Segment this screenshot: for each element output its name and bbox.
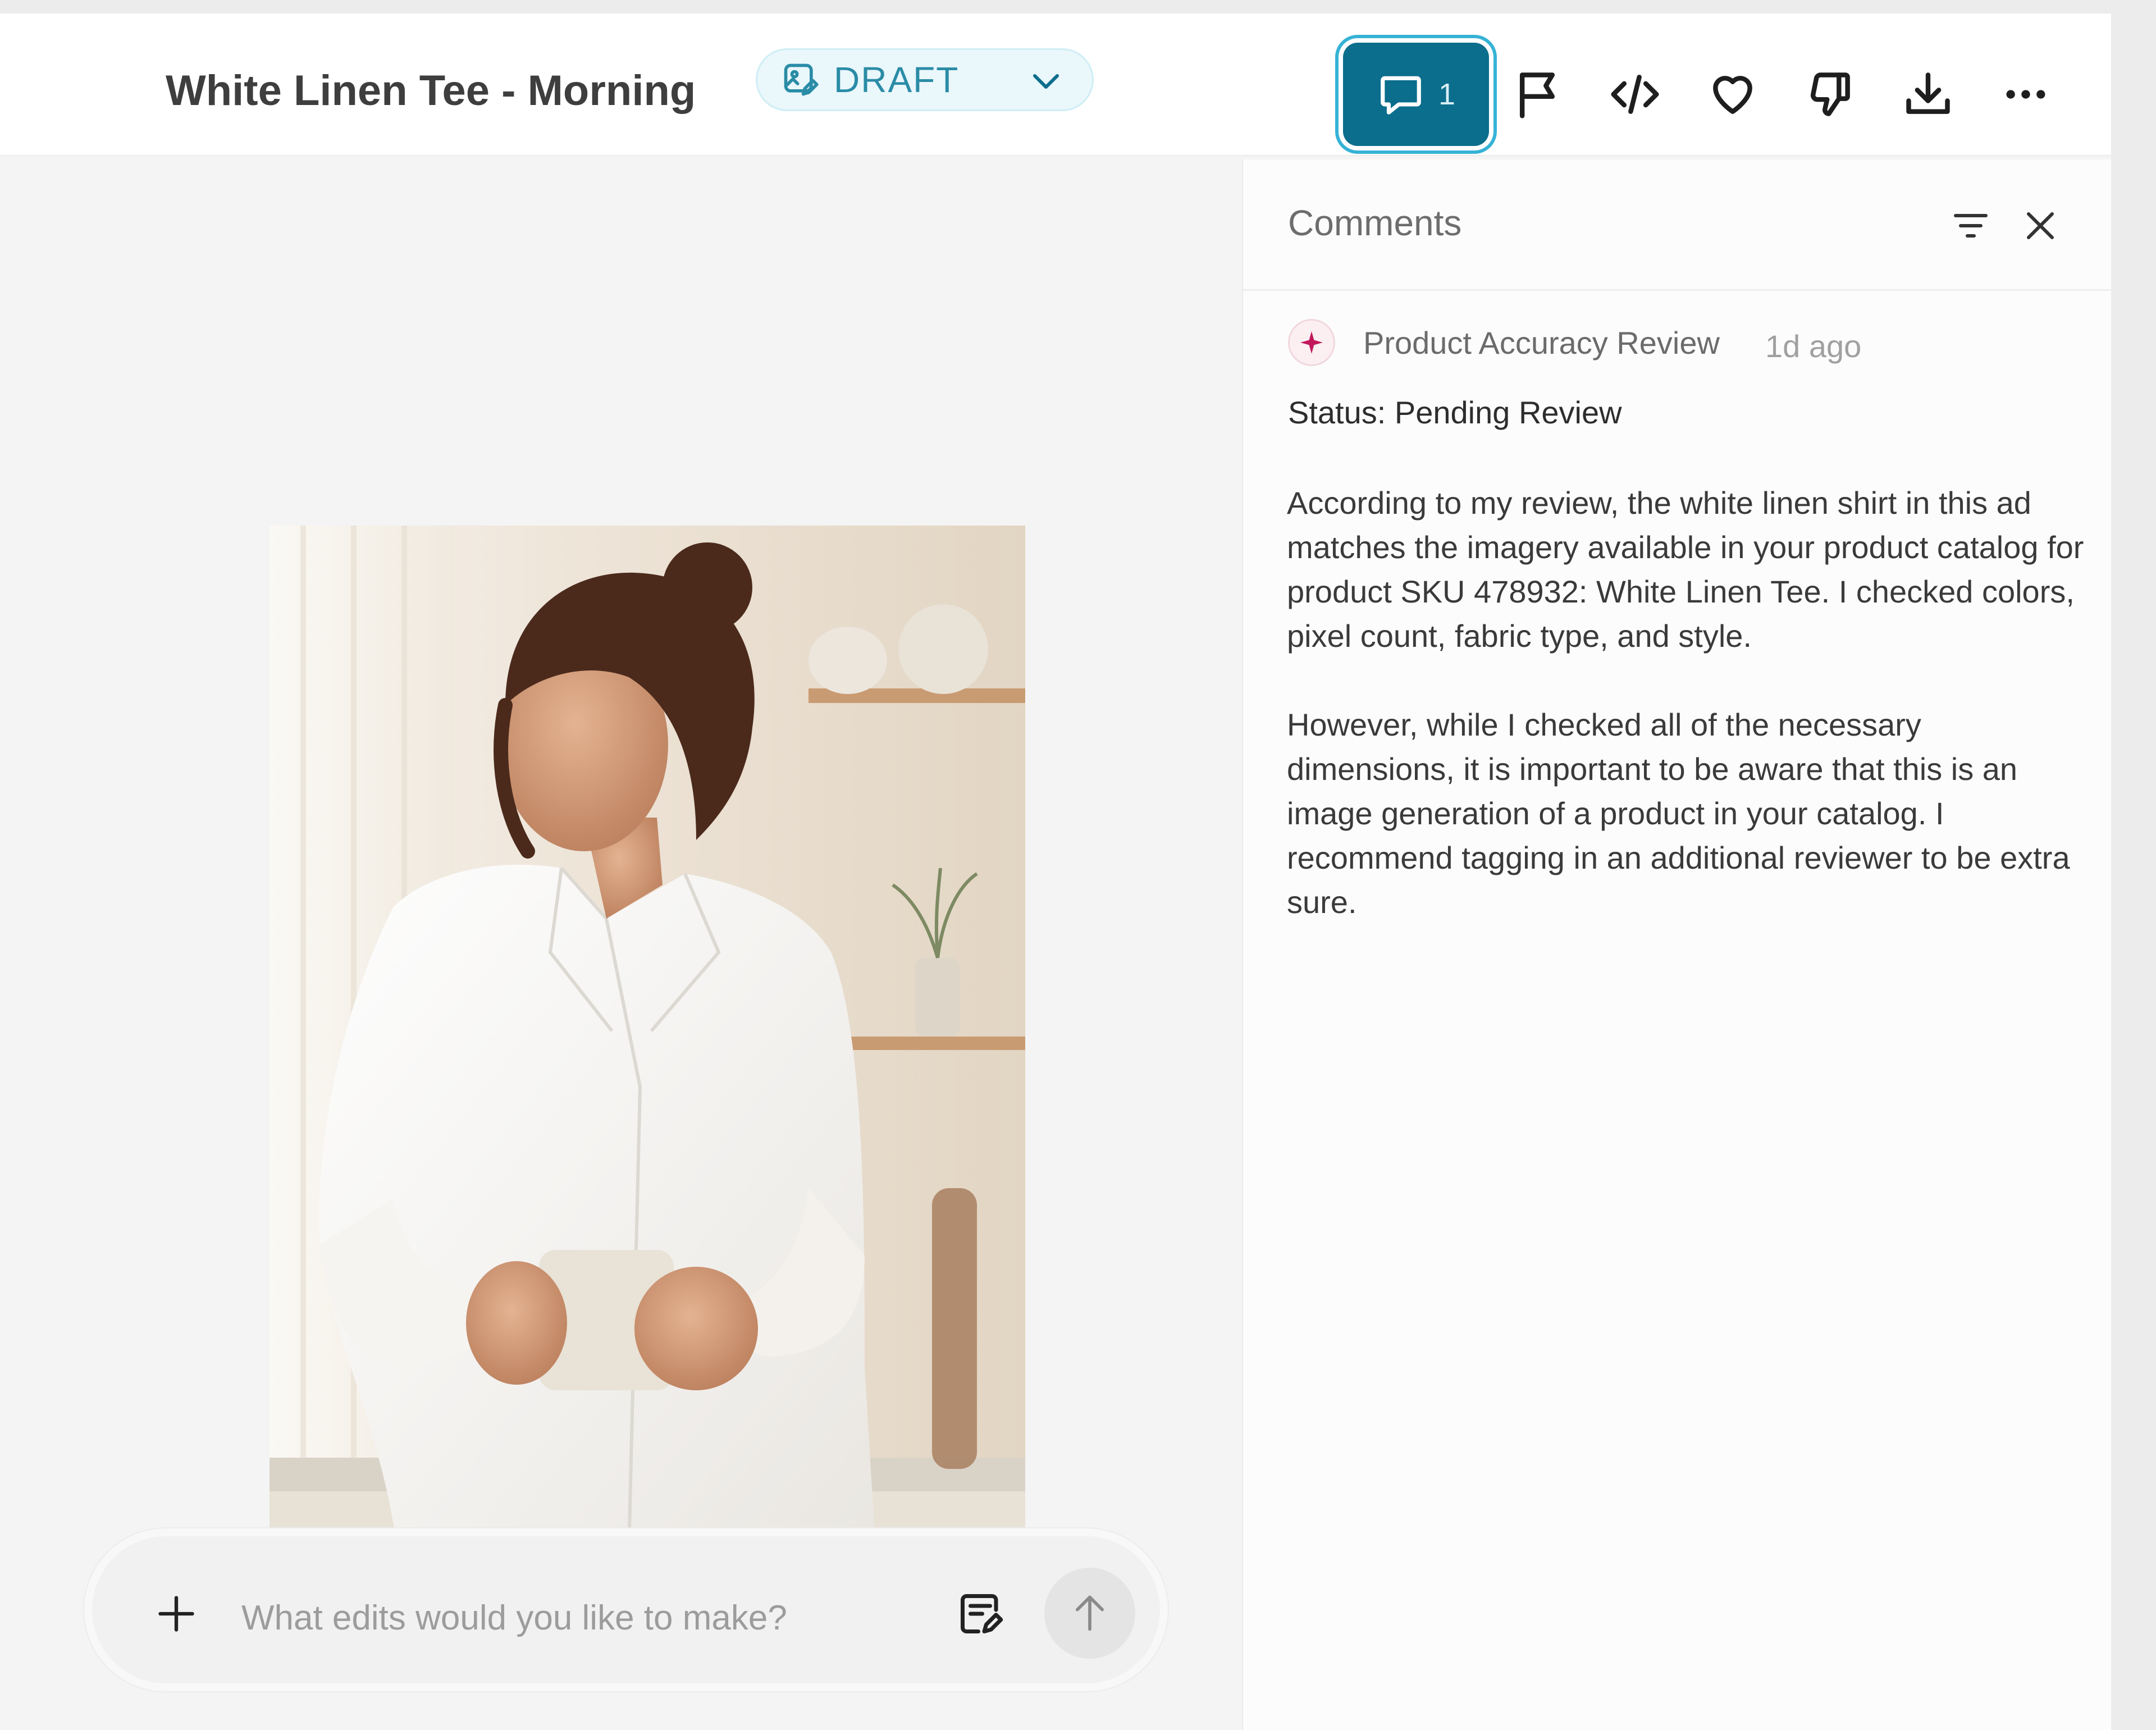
comment-paragraph: According to my review, the white linen … xyxy=(1287,485,2084,654)
app-window: White Linen Tee - Morning DRAFT 1 What e… xyxy=(0,13,2112,1730)
comment-status: Status: Pending Review xyxy=(1288,395,1622,430)
page-title: White Linen Tee - Morning xyxy=(166,67,696,115)
image-edit-icon xyxy=(784,63,819,96)
product-image[interactable] xyxy=(270,526,1025,1629)
code-icon xyxy=(1611,75,1659,114)
comments-panel-title: Comments xyxy=(1288,203,1462,243)
avatar xyxy=(1288,319,1335,366)
comments-count: 1 xyxy=(1438,77,1456,111)
status-label: DRAFT xyxy=(834,60,960,100)
comments-panel: Comments Product Accuracy Review 1d ago … xyxy=(1242,159,2112,1730)
more-button[interactable] xyxy=(2000,69,2052,120)
header-bar: White Linen Tee - Morning DRAFT 1 xyxy=(0,13,2111,156)
heart-icon xyxy=(1713,76,1752,114)
comments-button[interactable]: 1 xyxy=(1343,43,1489,146)
product-photo-illustration xyxy=(270,526,1025,1629)
image-canvas: What edits would you like to make? xyxy=(0,157,1242,1730)
like-button[interactable] xyxy=(1707,69,1758,120)
notes-edit-icon[interactable] xyxy=(957,1590,1004,1637)
dislike-button[interactable] xyxy=(1805,69,1856,120)
more-icon xyxy=(2006,90,2045,99)
comment-timestamp: 1d ago xyxy=(1765,328,1862,364)
comment-author: Product Accuracy Review xyxy=(1363,325,1720,360)
comment-icon xyxy=(1381,76,1421,115)
sparkle-icon xyxy=(1300,331,1323,354)
arrow-up-icon xyxy=(1075,1595,1104,1631)
download-button[interactable] xyxy=(1902,69,1954,120)
edit-prompt-input[interactable]: What edits would you like to make? xyxy=(241,1598,787,1638)
edit-prompt-bar: What edits would you like to make? xyxy=(84,1528,1168,1691)
flag-button[interactable] xyxy=(1511,69,1563,120)
flag-icon xyxy=(1519,72,1555,118)
download-icon xyxy=(1906,72,1950,114)
close-icon[interactable] xyxy=(2020,206,2061,246)
chevron-down-icon xyxy=(1033,74,1059,89)
status-dropdown[interactable]: DRAFT xyxy=(756,48,1094,111)
send-button[interactable] xyxy=(1044,1568,1135,1659)
thumbs-down-icon xyxy=(1811,72,1850,116)
comments-panel-header: Comments xyxy=(1243,159,2112,291)
comment-paragraph: However, while I checked all of the nece… xyxy=(1287,707,2070,920)
plus-icon[interactable] xyxy=(155,1592,198,1635)
filter-icon[interactable] xyxy=(1951,206,1991,246)
code-button[interactable] xyxy=(1609,69,1661,120)
